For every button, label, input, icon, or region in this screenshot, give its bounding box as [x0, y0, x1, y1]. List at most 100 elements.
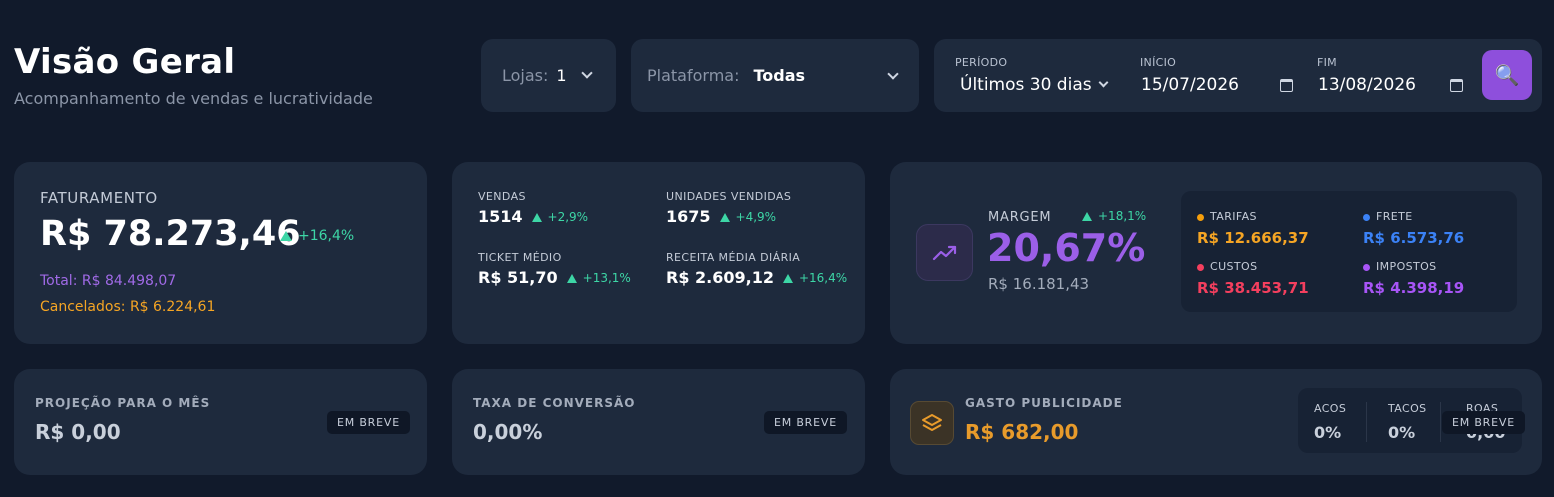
- tarifas-value: R$ 12.666,37: [1197, 229, 1309, 247]
- page-title: Visão Geral: [14, 42, 236, 82]
- faturamento-card: FATURAMENTO R$ 78.273,46 +16,4% Total: R…: [14, 162, 427, 344]
- periodo-label: PERÍODO: [955, 56, 1008, 69]
- search-button[interactable]: 🔍: [1482, 50, 1532, 100]
- receita-change: +16,4%: [782, 270, 848, 285]
- label-text: FRETE: [1376, 210, 1413, 223]
- trend-up-icon: [531, 212, 542, 222]
- plataforma-filter[interactable]: Plataforma: Todas: [631, 39, 919, 112]
- chevron-down-icon: [1098, 77, 1109, 88]
- acos-value: 0%: [1314, 423, 1342, 442]
- custos-label: CUSTOS: [1197, 260, 1257, 273]
- blue-dot-icon: [1363, 213, 1370, 221]
- vendas-change: +2,9%: [531, 209, 589, 224]
- receita-metric: R$ 2.609,12 +16,4%: [666, 268, 847, 287]
- periodo-select[interactable]: Últimos 30 dias: [960, 75, 1109, 95]
- search-icon: 🔍: [1494, 63, 1520, 87]
- trend-up-icon: [719, 212, 730, 222]
- conversao-value: 0,00%: [473, 420, 543, 444]
- em-breve-badge: EM BREVE: [764, 411, 847, 434]
- lojas-label: Lojas:: [502, 66, 549, 85]
- chevron-down-icon: [580, 67, 593, 79]
- receita-value: R$ 2.609,12: [666, 268, 774, 287]
- plataforma-label: Plataforma:: [647, 66, 740, 85]
- change-text: +2,9%: [547, 209, 589, 224]
- faturamento-label: FATURAMENTO: [40, 189, 158, 207]
- tacos-value: 0%: [1388, 423, 1416, 442]
- vendas-metric: 1514 +2,9%: [478, 207, 588, 226]
- label-text: TARIFAS: [1210, 210, 1257, 223]
- publicidade-value: R$ 682,00: [965, 420, 1079, 444]
- impostos-value: R$ 4.398,19: [1363, 279, 1465, 297]
- faturamento-change: +16,4%: [280, 228, 354, 244]
- vendas-card: VENDAS 1514 +2,9% UNIDADES VENDIDAS 1675…: [452, 162, 865, 344]
- chevron-down-icon: [887, 68, 899, 80]
- margem-change: +18,1%: [1082, 209, 1146, 223]
- cancel-label: Cancelados:: [40, 299, 126, 315]
- change-text: +13,1%: [582, 270, 631, 285]
- custos-value: R$ 38.453,71: [1197, 279, 1309, 297]
- faturamento-value: R$ 78.273,46: [40, 214, 301, 254]
- projecao-value: R$ 0,00: [35, 420, 121, 444]
- lojas-filter[interactable]: Lojas: 1: [481, 39, 616, 112]
- frete-label: FRETE: [1363, 210, 1413, 223]
- period-filter-box: PERÍODO Últimos 30 dias INÍCIO 15/07/202…: [934, 39, 1542, 112]
- plataforma-value: Todas: [753, 66, 806, 85]
- impostos-label: IMPOSTOS: [1363, 260, 1437, 273]
- layers-icon: [910, 401, 954, 445]
- ticket-value: R$ 51,70: [478, 268, 558, 287]
- acos-label: ACOS: [1314, 402, 1347, 415]
- fim-date-input[interactable]: 13/08/2026: [1318, 75, 1468, 97]
- change-text: +4,9%: [735, 209, 777, 224]
- fim-label: FIM: [1317, 56, 1337, 69]
- inicio-value: 15/07/2026: [1141, 75, 1239, 95]
- label-text: IMPOSTOS: [1376, 260, 1437, 273]
- total-value: R$ 84.498,07: [81, 273, 177, 289]
- margem-sub: R$ 16.181,43: [988, 275, 1090, 293]
- projecao-card: PROJEÇÃO PARA O MÊS R$ 0,00 EM BREVE: [14, 369, 427, 475]
- ticket-change: +13,1%: [566, 270, 631, 285]
- change-text: +16,4%: [798, 270, 848, 285]
- receita-label: RECEITA MÉDIA DIÁRIA: [666, 251, 801, 264]
- tarifas-label: TARIFAS: [1197, 210, 1257, 223]
- change-text: +16,4%: [298, 228, 355, 244]
- frete-value: R$ 6.573,76: [1363, 229, 1465, 247]
- em-breve-badge: EM BREVE: [327, 411, 410, 434]
- projecao-label: PROJEÇÃO PARA O MÊS: [35, 396, 211, 410]
- margem-label: MARGEM: [988, 210, 1052, 225]
- inicio-date-input[interactable]: 15/07/2026: [1141, 75, 1301, 97]
- trend-up-icon: [1082, 212, 1092, 221]
- margem-value: 20,67%: [987, 226, 1146, 270]
- unidades-label: UNIDADES VENDIDAS: [666, 190, 792, 203]
- faturamento-total: Total: R$ 84.498,07: [40, 273, 176, 289]
- change-text: +18,1%: [1098, 209, 1147, 223]
- em-breve-badge: EM BREVE: [1442, 411, 1525, 434]
- orange-dot-icon: [1197, 213, 1204, 221]
- unidades-change: +4,9%: [719, 209, 777, 224]
- conversao-card: TAXA DE CONVERSÃO 0,00% EM BREVE: [452, 369, 865, 475]
- red-dot-icon: [1197, 263, 1204, 271]
- vendas-value: 1514: [478, 207, 523, 226]
- fim-value: 13/08/2026: [1318, 75, 1416, 95]
- trend-up-icon: [566, 273, 577, 283]
- publicidade-label: GASTO PUBLICIDADE: [965, 396, 1123, 410]
- periodo-value: Últimos 30 dias: [960, 75, 1092, 95]
- margem-breakdown: TARIFAS R$ 12.666,37 FRETE R$ 6.573,76 C…: [1181, 191, 1517, 312]
- calendar-icon[interactable]: [1450, 79, 1463, 92]
- page-subtitle: Acompanhamento de vendas e lucratividade: [14, 89, 373, 108]
- trend-up-icon: [280, 231, 292, 241]
- trending-up-icon: [916, 224, 973, 281]
- cancel-value: R$ 6.224,61: [129, 299, 216, 315]
- tacos-label: TACOS: [1388, 402, 1427, 415]
- purple-dot-icon: [1363, 263, 1370, 271]
- trend-up-icon: [782, 273, 793, 283]
- faturamento-cancelados: Cancelados: R$ 6.224,61: [40, 299, 215, 315]
- lojas-value: 1: [556, 66, 567, 85]
- ticket-metric: R$ 51,70 +13,1%: [478, 268, 631, 287]
- calendar-icon[interactable]: [1280, 79, 1293, 92]
- inicio-label: INÍCIO: [1140, 56, 1177, 69]
- unidades-metric: 1675 +4,9%: [666, 207, 776, 226]
- total-label: Total:: [40, 273, 78, 289]
- unidades-value: 1675: [666, 207, 711, 226]
- vendas-label: VENDAS: [478, 190, 526, 203]
- ticket-label: TICKET MÉDIO: [478, 251, 562, 264]
